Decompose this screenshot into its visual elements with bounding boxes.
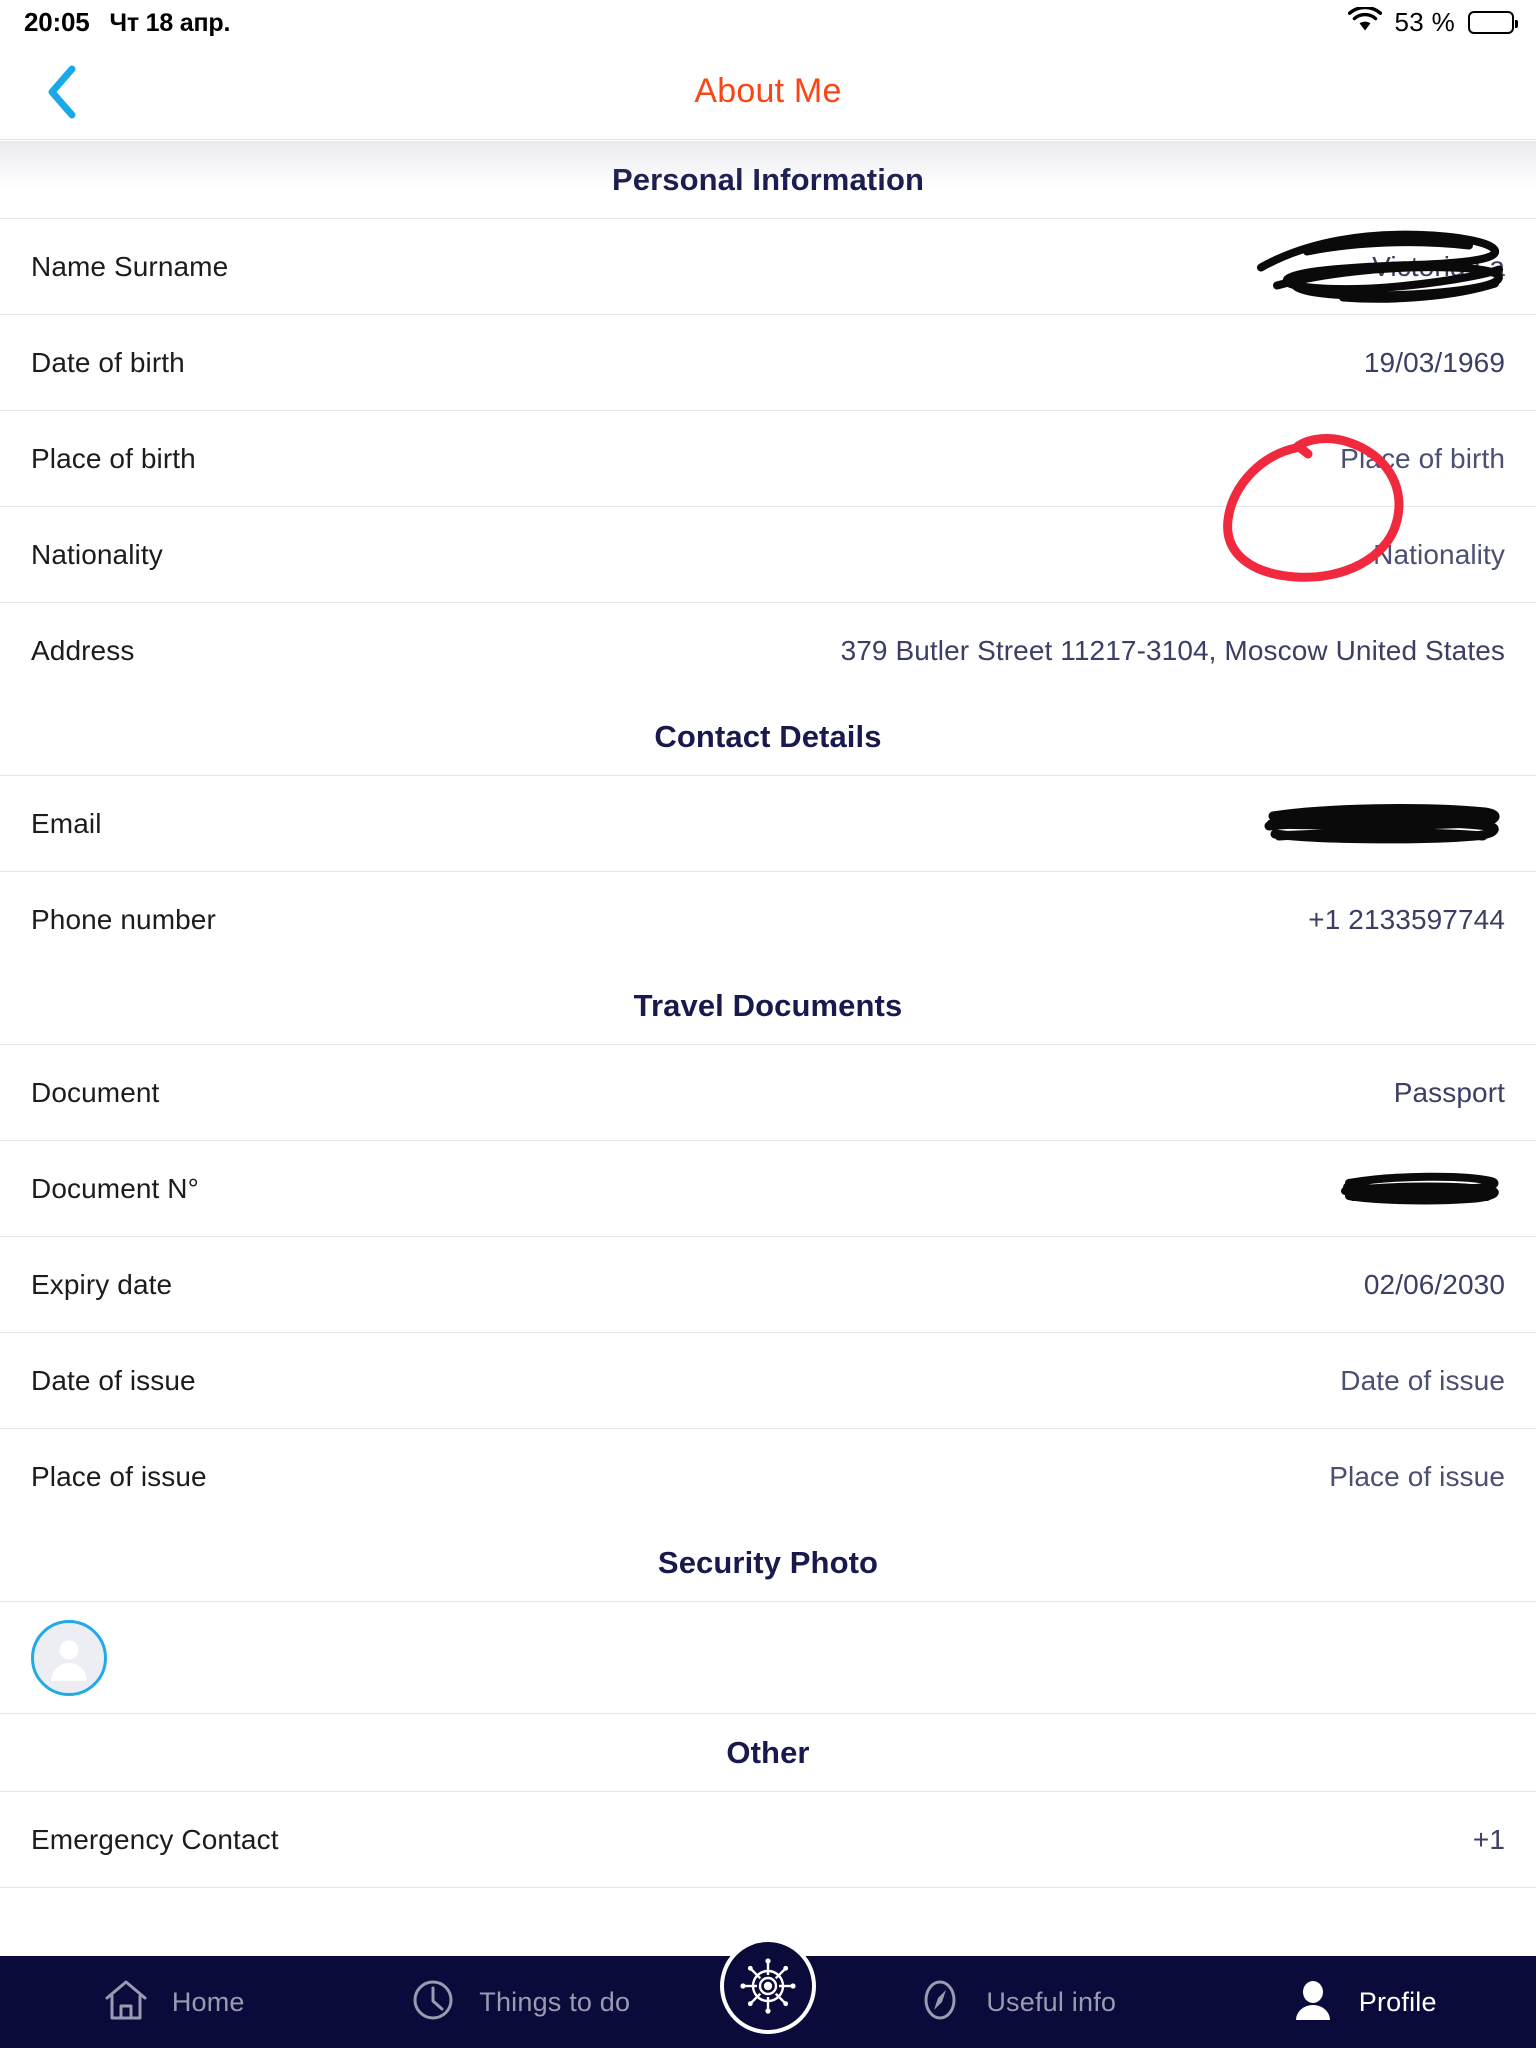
nav-item-useful-info[interactable]: Useful info [843, 1956, 1190, 2048]
row-value: +1 [1472, 1823, 1505, 1855]
nav-item-profile[interactable]: Profile [1190, 1956, 1536, 2048]
section-header-contact-details: Contact Details [0, 698, 1536, 775]
battery-percent-label: 53 % [1394, 6, 1455, 37]
row-label: Name Surname [31, 250, 229, 282]
row-label: Expiry date [31, 1268, 173, 1300]
row-label: Document [31, 1076, 160, 1108]
page-title: About Me [694, 72, 842, 110]
row-value-container: Victoria La [1257, 230, 1505, 303]
row-value: 19/03/1969 [1363, 346, 1505, 378]
compass-icon [916, 1976, 964, 2029]
table-row-phone-number[interactable]: Phone number +1 2133597744 [0, 871, 1536, 967]
nav-item-label: Home [171, 1986, 245, 2017]
row-label: Nationality [31, 538, 163, 570]
status-bar: 20:05 Чт 18 апр. 53 % [0, 0, 1536, 44]
redaction-scribble-email [1255, 802, 1505, 846]
person-icon [1289, 1976, 1337, 2029]
table-row-document-number[interactable]: Document N° [0, 1140, 1536, 1236]
clock-icon [409, 1976, 457, 2029]
table-row-document[interactable]: Document Passport [0, 1044, 1536, 1140]
redaction-scribble-document-number [1335, 1171, 1505, 1207]
table-row-date-of-issue[interactable]: Date of issue Date of issue [0, 1332, 1536, 1428]
table-row-emergency-contact[interactable]: Emergency Contact +1 [0, 1791, 1536, 1887]
chevron-left-icon [48, 65, 76, 118]
bottom-navigation-bar: Home Things to do Useful info Profile [0, 1938, 1536, 2048]
table-row-spacer [0, 1887, 1536, 1927]
row-label: Date of birth [31, 346, 185, 378]
table-row-name-surname[interactable]: Name Surname Victoria La [0, 218, 1536, 314]
row-value: Place of birth [1340, 442, 1505, 474]
row-label: Document N° [31, 1172, 199, 1204]
ship-wheel-icon [740, 1958, 796, 2014]
status-bar-right: 53 % [1347, 5, 1518, 38]
row-value: Victoria La [1372, 250, 1505, 282]
back-button[interactable] [30, 60, 94, 124]
table-row-place-of-issue[interactable]: Place of issue Place of issue [0, 1428, 1536, 1524]
person-avatar-icon [51, 1640, 87, 1681]
table-row-email[interactable]: Email [0, 775, 1536, 871]
status-time: 20:05 [24, 6, 90, 37]
section-header-travel-documents: Travel Documents [0, 967, 1536, 1044]
nav-item-label: Useful info [986, 1986, 1117, 2017]
about-me-screen: 20:05 Чт 18 апр. 53 % About Me Personal … [0, 0, 1536, 2048]
table-row-address[interactable]: Address 379 Butler Street 11217-3104, Mo… [0, 602, 1536, 698]
section-header-personal-information: Personal Information [0, 141, 1536, 218]
nav-center-button[interactable] [720, 1938, 816, 2034]
row-value: 379 Butler Street 11217-3104, Moscow Uni… [840, 634, 1505, 666]
row-label: Emergency Contact [31, 1823, 279, 1855]
row-label: Date of issue [31, 1364, 196, 1396]
row-label: Address [31, 634, 135, 666]
row-label: Phone number [31, 903, 216, 935]
row-label: Place of birth [31, 442, 196, 474]
home-icon [102, 1976, 150, 2029]
row-value: Place of issue [1329, 1460, 1505, 1492]
nav-header: About Me [0, 44, 1536, 140]
battery-icon [1468, 10, 1518, 34]
table-row-date-of-birth[interactable]: Date of birth 19/03/1969 [0, 314, 1536, 410]
row-value: Passport [1393, 1076, 1505, 1108]
scroll-content[interactable]: Personal Information Name Surname Victor… [0, 141, 1536, 1956]
section-header-security-photo: Security Photo [0, 1524, 1536, 1601]
nav-item-label: Things to do [479, 1986, 631, 2017]
nav-item-label: Profile [1358, 1986, 1437, 2017]
status-date: Чт 18 апр. [109, 8, 231, 37]
row-value: Nationality [1373, 538, 1505, 570]
row-label: Place of issue [31, 1460, 207, 1492]
avatar[interactable] [31, 1619, 107, 1696]
table-row-place-of-birth[interactable]: Place of birth Place of birth [0, 410, 1536, 506]
security-photo-row[interactable] [0, 1601, 1536, 1714]
wifi-icon [1347, 5, 1382, 37]
nav-item-home[interactable]: Home [0, 1956, 347, 2048]
section-header-other: Other [0, 1714, 1536, 1791]
row-value: 02/06/2030 [1363, 1268, 1505, 1300]
status-bar-left: 20:05 Чт 18 апр. [24, 7, 230, 38]
row-value: Date of issue [1340, 1364, 1505, 1396]
row-label: Email [31, 807, 102, 839]
nav-item-things-to-do[interactable]: Things to do [347, 1956, 694, 2048]
row-value: +1 2133597744 [1308, 903, 1505, 935]
table-row-expiry-date[interactable]: Expiry date 02/06/2030 [0, 1236, 1536, 1332]
table-row-nationality[interactable]: Nationality Nationality [0, 506, 1536, 602]
